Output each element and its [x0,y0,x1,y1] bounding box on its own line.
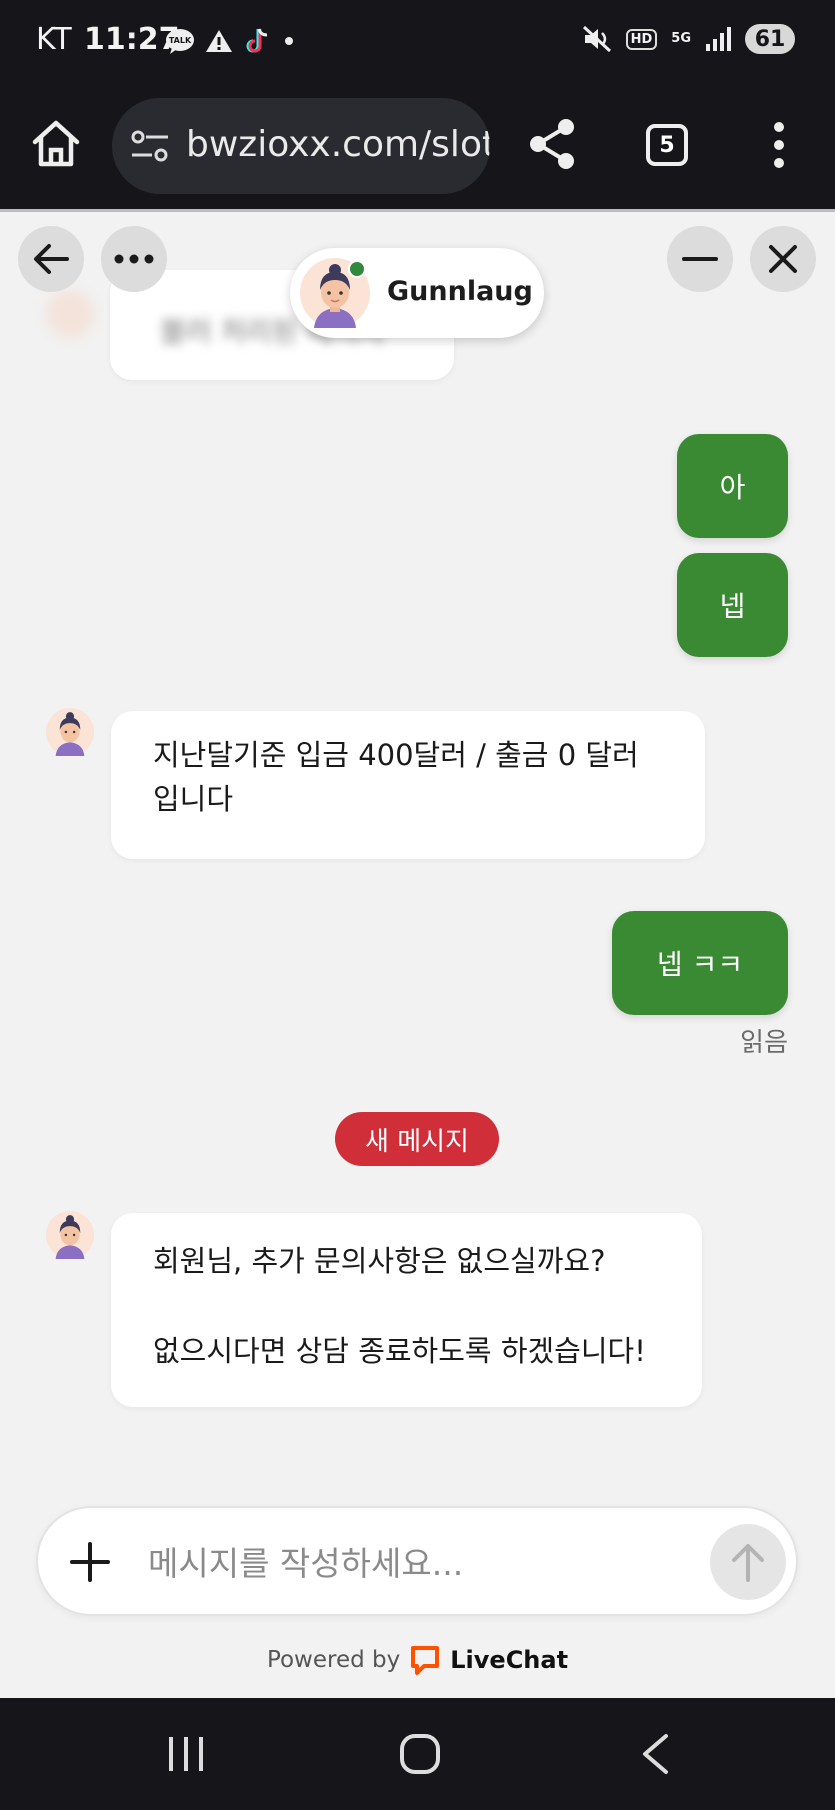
minimize-button[interactable] [667,226,733,292]
agent-info-pill[interactable]: Gunnlaug [290,248,544,338]
powered-by-footer[interactable]: Powered by LiveChat [0,1640,835,1680]
arrow-left-icon [34,244,69,274]
attach-plus-icon[interactable] [68,1540,112,1584]
url-text[interactable]: bwzioxx.com/slots [186,124,490,165]
tiktok-icon [246,28,268,53]
browser-menu-icon[interactable] [772,122,786,168]
home-icon[interactable] [30,118,82,170]
back-nav-icon[interactable] [640,1733,670,1775]
warning-icon [206,30,232,52]
more-horizontal-icon [114,254,154,264]
send-button[interactable] [710,1524,786,1600]
battery-indicator: 61 [745,24,795,54]
home-nav-icon[interactable] [399,1733,441,1775]
address-bar[interactable]: bwzioxx.com/slots [112,98,490,194]
notification-icons: TALK [165,26,297,56]
message-text: 없으시다면 상담 종료하도록 하겠습니다! [153,1334,646,1368]
agent-message-bubble: 회원님, 추가 문의사항은 없으실까요? 없으시다면 상담 종료하도록 하겠습니… [111,1213,702,1407]
browser-toolbar: bwzioxx.com/slots 5 [0,84,835,210]
agent-name: Gunnlaug [387,276,533,307]
tab-switcher-button[interactable]: 5 [646,124,688,166]
user-message-bubble: 아 [677,434,788,538]
message-input[interactable] [148,1536,708,1590]
read-receipt: 읽음 [740,1028,788,1058]
carrier-label: KT [36,22,72,57]
powered-by-label: Powered by [266,1647,401,1673]
user-message-bubble: 넵 ㅋㅋ [612,911,788,1015]
mute-icon [582,25,611,53]
kakaotalk-icon: TALK [166,29,194,54]
more-options-button[interactable] [101,226,167,292]
agent-avatar [46,1211,94,1259]
message-composer [36,1506,798,1616]
minimize-icon [682,257,718,261]
system-navigation-bar [0,1698,835,1810]
signal-icon [706,27,731,51]
online-status-dot [348,260,366,278]
livechat-brand: LiveChat [450,1646,569,1674]
agent-message-bubble: 지난달기준 입금 400달러 / 출금 0 달러 입니다 [111,711,705,859]
status-bar: KT 11:27 TALK HD 5G 61 [0,0,835,84]
system-icons: HD 5G 61 [582,24,795,54]
back-button[interactable] [18,226,84,292]
new-message-badge: 새 메시지 [335,1112,499,1166]
site-settings-icon[interactable] [130,128,170,164]
message-text: 입니다 [153,782,234,816]
close-button[interactable] [750,226,816,292]
blurred-avatar [46,290,94,338]
livechat-logo-icon [411,1646,440,1675]
message-text: 회원님, 추가 문의사항은 없으실까요? [153,1244,606,1278]
message-text: 지난달기준 입금 400달러 / 출금 0 달러 [153,738,639,772]
svg-text:TALK: TALK [169,36,192,45]
close-icon [769,245,797,273]
agent-avatar [46,708,94,756]
hd-voice-icon: HD [625,28,658,50]
arrow-up-icon [732,1544,764,1582]
network-type-label: 5G [671,31,691,46]
recent-apps-icon[interactable] [166,1734,206,1774]
dot-icon [285,37,293,45]
chat-window: 블러 처리된 메시지 Gunnlaug 아 넵 지난달기준 입금 400달러 /… [0,212,835,1698]
user-message-bubble: 넵 [677,553,788,657]
share-icon[interactable] [528,118,576,170]
